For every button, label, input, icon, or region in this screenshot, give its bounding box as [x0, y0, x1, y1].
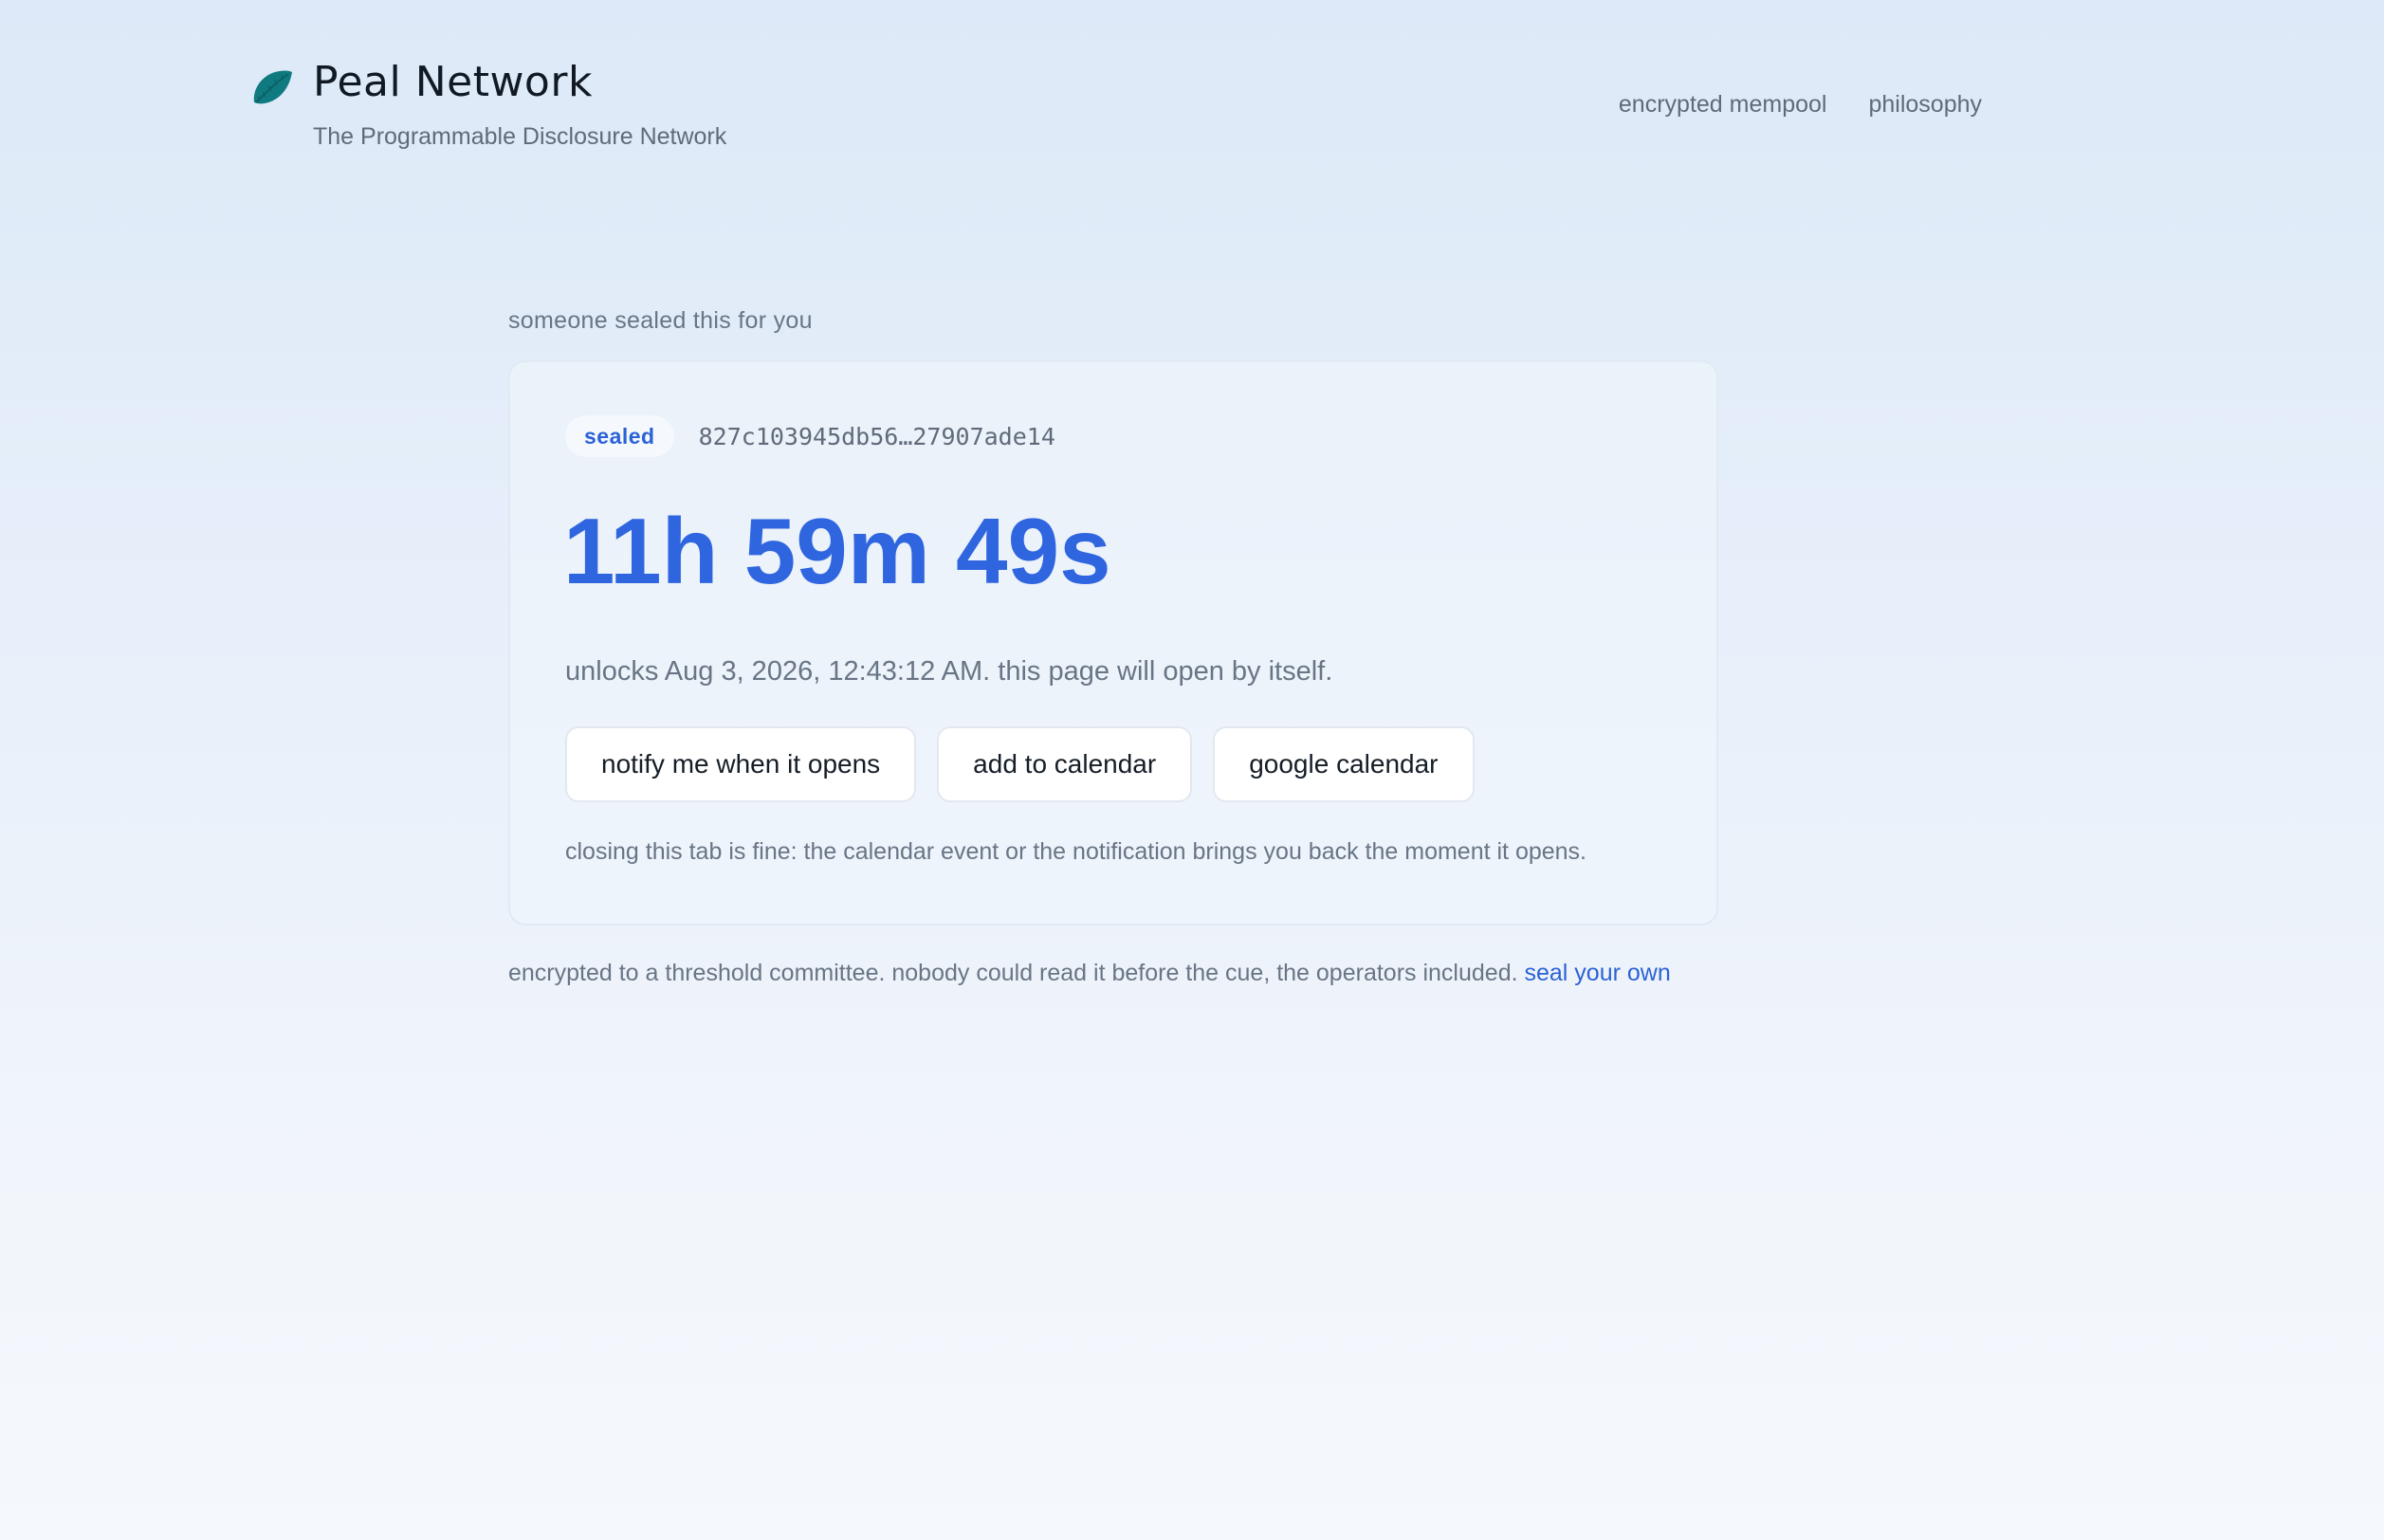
brand-tagline: The Programmable Disclosure Network — [313, 123, 727, 150]
add-to-calendar-button[interactable]: add to calendar — [937, 726, 1193, 802]
unlock-time-text: unlocks Aug 3, 2026, 12:43:12 AM. this p… — [565, 656, 1333, 687]
status-row: sealed 827c103945db56…27907ade14 — [565, 415, 1055, 457]
top-nav: encrypted mempool philosophy — [1619, 91, 1982, 119]
notify-button[interactable]: notify me when it opens — [565, 726, 917, 802]
hint-text: closing this tab is fine: the calendar e… — [565, 838, 1587, 865]
sealed-card: sealed 827c103945db56…27907ade14 11h 59m… — [508, 360, 1718, 926]
seal-hash: 827c103945db56…27907ade14 — [698, 422, 1055, 450]
google-calendar-button[interactable]: google calendar — [1213, 726, 1475, 802]
leaf-icon — [253, 70, 292, 104]
countdown-timer: 11h 59m 49s — [563, 499, 1111, 603]
action-buttons: notify me when it opens add to calendar … — [565, 726, 1475, 802]
nav-encrypted-mempool[interactable]: encrypted mempool — [1619, 91, 1827, 119]
status-badge: sealed — [565, 415, 674, 457]
brand[interactable]: Peal Network — [250, 53, 593, 110]
footer-note: encrypted to a threshold committee. nobo… — [508, 960, 1671, 987]
nav-philosophy[interactable]: philosophy — [1868, 91, 1982, 119]
seal-your-own-link[interactable]: seal your own — [1525, 960, 1671, 986]
footer-note-text: encrypted to a threshold committee. nobo… — [508, 960, 1518, 986]
brand-title[interactable]: Peal Network — [313, 58, 593, 106]
eyebrow-text: someone sealed this for you — [508, 307, 813, 334]
